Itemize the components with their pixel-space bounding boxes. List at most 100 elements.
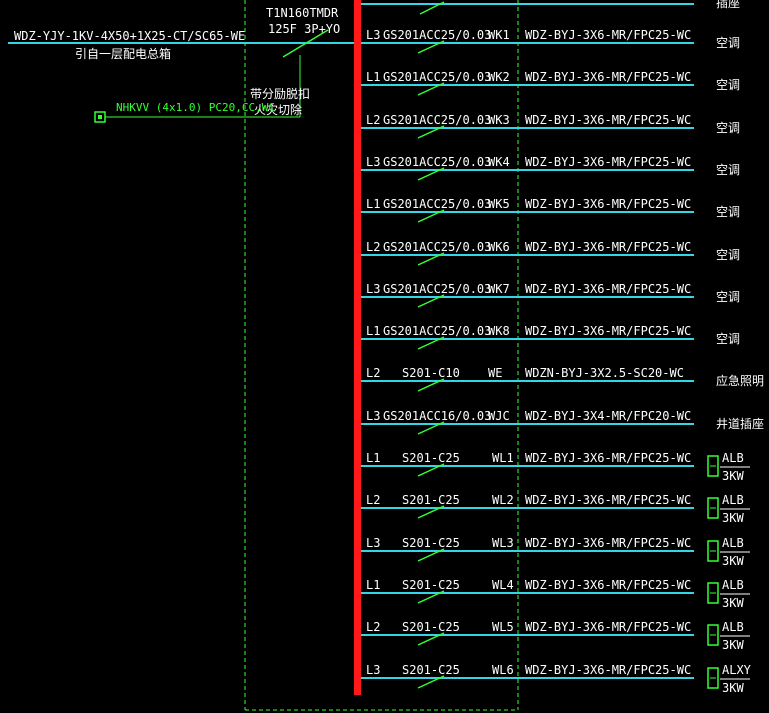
load-power: 3KW — [722, 554, 744, 568]
circuit-row: L1 GS201ACC25/0.03WK2 WDZ-BYJ-3X6-MR/FPC25… — [358, 70, 740, 96]
phase-label: L1 — [366, 578, 380, 592]
circuit-list: L3 GS201ACC25/0.03WK1 WDZ-BYJ-3X6-MR/FPC25… — [358, 28, 764, 695]
distribution-box-icon — [707, 582, 719, 604]
cable-label: WDZ-BYJ-3X6-MR/FPC25-WC — [525, 197, 691, 211]
load-label: 井道插座 — [716, 416, 764, 431]
cable-label: WDZ-BYJ-3X6-MR/FPC25-WC — [525, 620, 691, 634]
phase-label: L1 — [366, 451, 380, 465]
load-power: 3KW — [722, 511, 744, 525]
main-breaker-rating: 125F 3P+YO — [268, 22, 340, 36]
breaker-label: S201-C10 — [402, 366, 460, 380]
fire-control-module-icon — [94, 111, 106, 123]
load-power: 3KW — [722, 469, 744, 483]
load-label: 空调 — [716, 205, 740, 219]
circuit-id: WK4 — [488, 155, 510, 169]
main-busbar — [354, 0, 361, 695]
circuit-id: WK7 — [488, 282, 510, 296]
circuit-id: WK3 — [488, 113, 510, 127]
circuit-row: L1 S201-C25 WL1 WDZ-BYJ-3X6-MR/FPC25-WC ALB 3… — [358, 451, 750, 483]
circuit-id: WL1 — [492, 451, 514, 465]
phase-label: L2 — [366, 113, 380, 127]
load-name: ALB — [722, 620, 744, 634]
phase-label: L3 — [366, 409, 380, 423]
circuit-row: L3 GS201ACC25/0.03WK7 WDZ-BYJ-3X6-MR/FPC25… — [358, 282, 740, 308]
cable-label: WDZ-BYJ-3X6-MR/FPC25-WC — [525, 240, 691, 254]
cable-label: WDZ-BYJ-3X6-MR/FPC25-WC — [525, 663, 691, 677]
circuit-id: WK2 — [488, 70, 510, 84]
breaker-label: S201-C25 — [402, 493, 460, 507]
circuit-row: L2 GS201ACC25/0.03WK3 WDZ-BYJ-3X6-MR/FPC25… — [358, 113, 740, 139]
load-label: 空调 — [716, 290, 740, 304]
breaker-label: GS201ACC25/0.03 — [383, 113, 491, 127]
circuit-row: L2 GS201ACC25/0.03WK6 WDZ-BYJ-3X6-MR/FPC25… — [358, 240, 740, 266]
load-label: 空调 — [716, 36, 740, 50]
circuit-id: WK1 — [488, 28, 510, 42]
cable-label: WDZ-BYJ-3X6-MR/FPC25-WC — [525, 578, 691, 592]
breaker-label: GS201ACC25/0.03 — [383, 282, 491, 296]
main-breaker-note-1: 带分励脱扣 — [250, 86, 310, 101]
distribution-box-icon — [707, 540, 719, 562]
circuit-id: WK6 — [488, 240, 510, 254]
load-label: 应急照明 — [716, 373, 764, 388]
circuit-id: WL2 — [492, 493, 514, 507]
breaker-label: GS201ACC25/0.03 — [383, 197, 491, 211]
fire-signal-cable-label: NHKVV (4x1.0) PC20,CC,WC — [116, 101, 275, 114]
load-name: ALB — [722, 578, 744, 592]
phase-label: L1 — [366, 197, 380, 211]
cable-label: WDZ-BYJ-3X6-MR/FPC25-WC — [525, 324, 691, 338]
cable-label: WDZ-BYJ-3X6-MR/FPC25-WC — [525, 28, 691, 42]
phase-label: L3 — [366, 155, 380, 169]
distribution-box-icon — [707, 455, 719, 477]
circuit-id: WL5 — [492, 620, 514, 634]
phase-label: L3 — [366, 536, 380, 550]
phase-label: L2 — [366, 493, 380, 507]
cable-label: WDZ-BYJ-3X6-MR/FPC25-WC — [525, 493, 691, 507]
phase-label: L1 — [366, 70, 380, 84]
breaker-label: GS201ACC25/0.03 — [383, 70, 491, 84]
circuit-row: L2 S201-C10 WE WDZN-BYJ-3X2.5-SC20-WC 应急照明 — [358, 366, 764, 392]
circuit-row: L1 GS201ACC25/0.03WK5 WDZ-BYJ-3X6-MR/FPC25… — [358, 197, 740, 223]
circuit-row: L2 S201-C25 WL2 WDZ-BYJ-3X6-MR/FPC25-WC ALB 3… — [358, 493, 750, 525]
load-power: 3KW — [722, 638, 744, 652]
load-name: ALB — [722, 493, 744, 507]
circuit-row: L3 GS201ACC16/0.03WJC WDZ-BYJ-3X4-MR/FPC20… — [358, 409, 764, 435]
load-label: 空调 — [716, 121, 740, 135]
circuit-id: WJC — [488, 409, 510, 423]
phase-label: L1 — [366, 324, 380, 338]
breaker-label: S201-C25 — [402, 536, 460, 550]
distribution-diagram: WDZ-YJY-1KV-4X50+1X25-CT/SC65-WE 引自一层配电总… — [8, 0, 764, 711]
top-partial-load: 插座 — [716, 0, 740, 10]
cable-label: WDZ-BYJ-3X6-MR/FPC25-WC — [525, 70, 691, 84]
circuit-row: L3 GS201ACC25/0.03WK1 WDZ-BYJ-3X6-MR/FPC25… — [358, 28, 740, 54]
breaker-label: GS201ACC25/0.03 — [383, 240, 491, 254]
circuit-row: L2 S201-C25 WL5 WDZ-BYJ-3X6-MR/FPC25-WC ALB 3… — [358, 620, 750, 652]
circuit-row: L3 S201-C25 WL6 WDZ-BYJ-3X6-MR/FPC25-WC ALXY… — [358, 663, 752, 695]
distribution-box-icon — [707, 624, 719, 646]
circuit-row: L1 GS201ACC25/0.03WK8 WDZ-BYJ-3X6-MR/FPC25… — [358, 324, 740, 350]
circuit-row: L3 GS201ACC25/0.03WK4 WDZ-BYJ-3X6-MR/FPC25… — [358, 155, 740, 181]
circuit-row: L1 S201-C25 WL4 WDZ-BYJ-3X6-MR/FPC25-WC ALB 3… — [358, 578, 750, 610]
circuit-id: WL6 — [492, 663, 514, 677]
breaker-label: GS201ACC25/0.03 — [383, 155, 491, 169]
cable-label: WDZ-BYJ-3X4-MR/FPC20-WC — [525, 409, 691, 423]
circuit-row: L3 S201-C25 WL3 WDZ-BYJ-3X6-MR/FPC25-WC ALB 3… — [358, 536, 750, 568]
breaker-label: S201-C25 — [402, 451, 460, 465]
phase-label: L3 — [366, 282, 380, 296]
incoming-cable-label: WDZ-YJY-1KV-4X50+1X25-CT/SC65-WE — [14, 29, 245, 43]
circuit-id: WL4 — [492, 578, 514, 592]
load-label: 空调 — [716, 332, 740, 346]
breaker-label: GS201ACC25/0.03 — [383, 28, 491, 42]
cable-label: WDZ-BYJ-3X6-MR/FPC25-WC — [525, 113, 691, 127]
distribution-box-icon — [707, 667, 719, 689]
circuit-id: WK8 — [488, 324, 510, 338]
load-label: 空调 — [716, 163, 740, 177]
distribution-box-icon — [707, 497, 719, 519]
breaker-label: S201-C25 — [402, 663, 460, 677]
load-power: 3KW — [722, 596, 744, 610]
cable-label: WDZN-BYJ-3X2.5-SC20-WC — [525, 366, 684, 380]
load-name: ALB — [722, 451, 744, 465]
main-breaker-model: T1N160TMDR — [266, 6, 339, 20]
circuit-id: WK5 — [488, 197, 510, 211]
breaker-label: S201-C25 — [402, 578, 460, 592]
load-power: 3KW — [722, 681, 744, 695]
